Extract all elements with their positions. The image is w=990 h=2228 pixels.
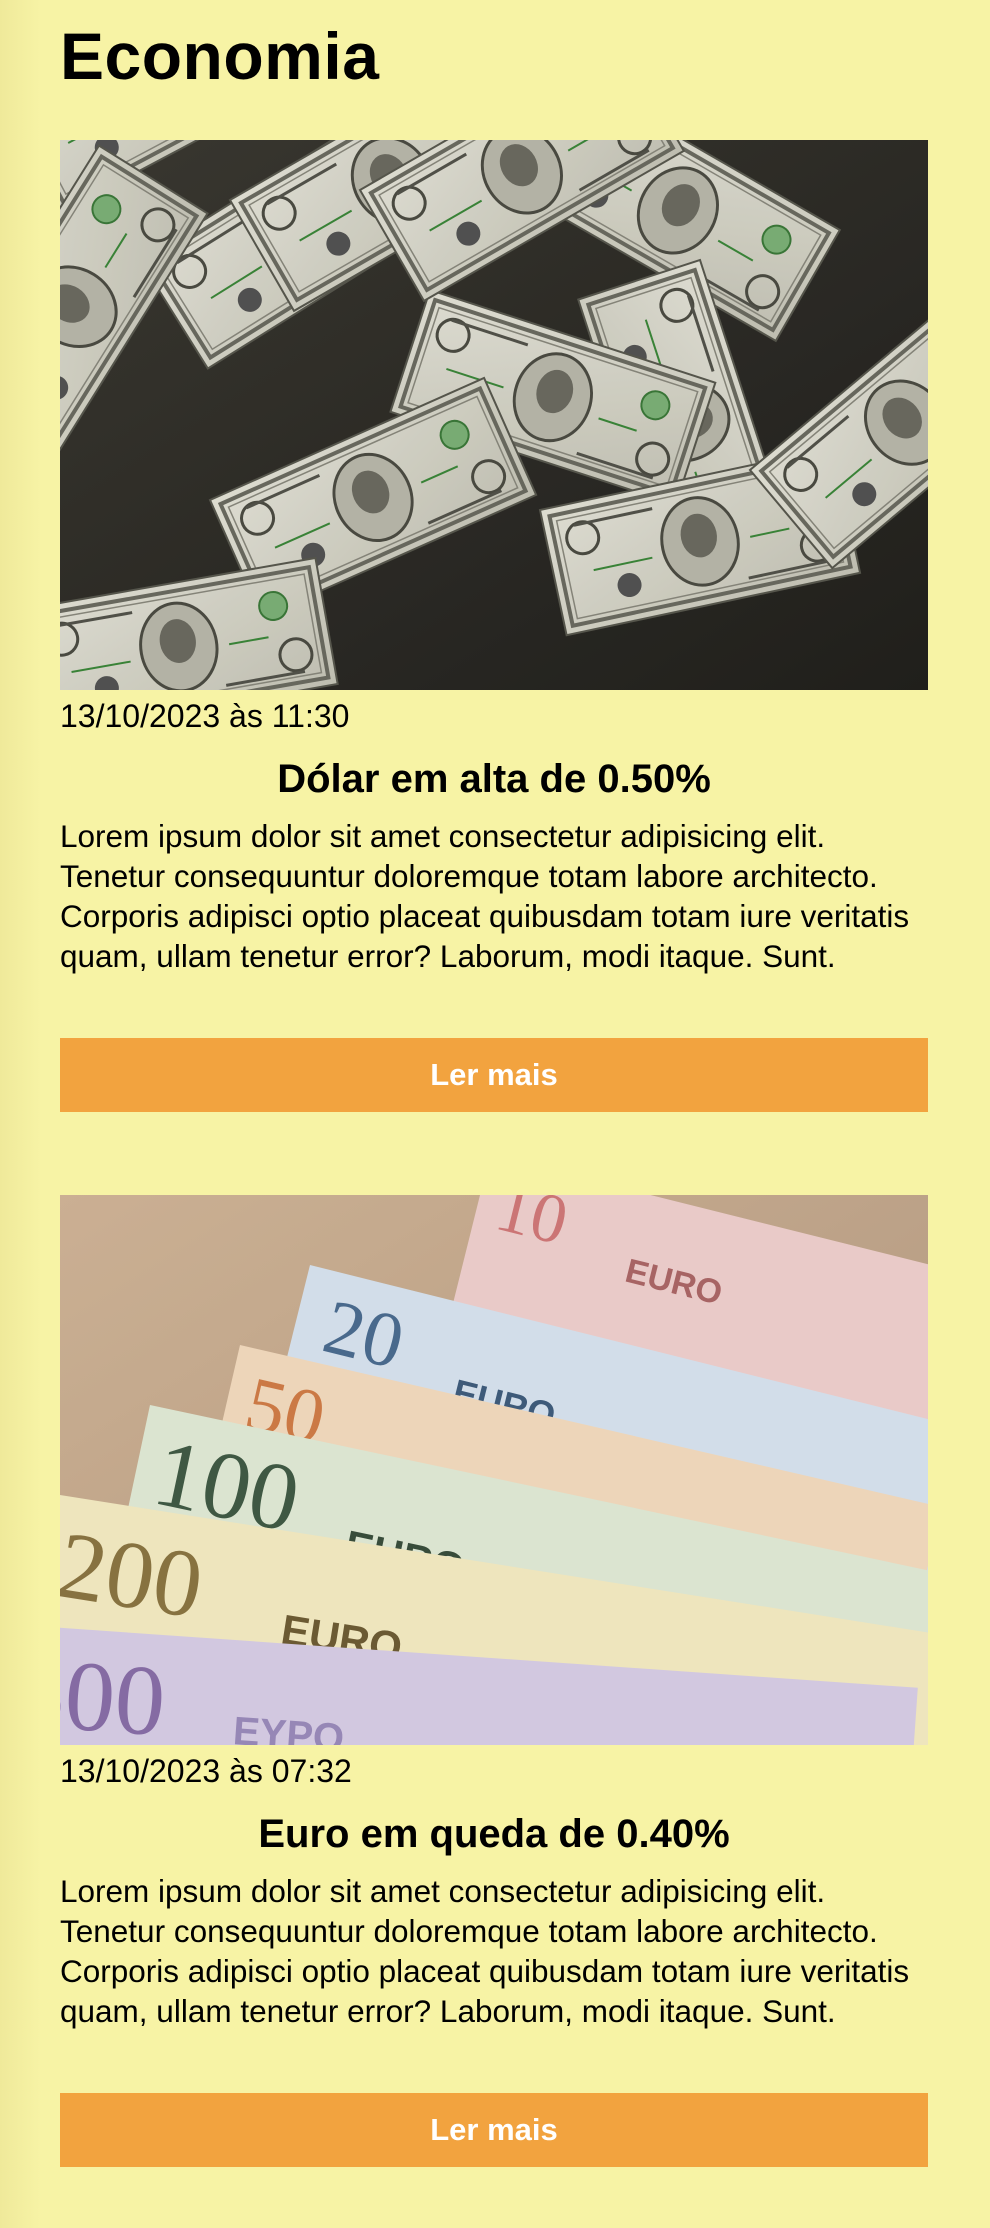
news-card: 13/10/2023 às 11:30 Dólar em alta de 0.5…: [60, 140, 928, 1112]
article-summary: Lorem ipsum dolor sit amet consectetur a…: [60, 1873, 910, 2029]
dollar-bills-photo[interactable]: [60, 140, 928, 690]
article-date: 13/10/2023 às 07:32: [60, 1753, 352, 1789]
read-more-button[interactable]: Ler mais: [60, 1038, 928, 1112]
article-headline: Euro em queda de 0.40%: [258, 1812, 730, 1856]
article-date: 13/10/2023 às 11:30: [60, 698, 350, 734]
euro-banknotes-photo[interactable]: 10 EURO 20 EURO 50 EURO 10: [60, 1195, 928, 1745]
news-card: 10 EURO 20 EURO 50 EURO 10: [60, 1195, 928, 2167]
page-title: Economia: [60, 19, 380, 93]
page: Economia 13/10/2023 às 11:30 Dólar em al…: [0, 0, 990, 2228]
read-more-button[interactable]: Ler mais: [60, 2093, 928, 2167]
article-summary: Lorem ipsum dolor sit amet consectetur a…: [60, 818, 910, 974]
article-headline: Dólar em alta de 0.50%: [277, 757, 711, 801]
